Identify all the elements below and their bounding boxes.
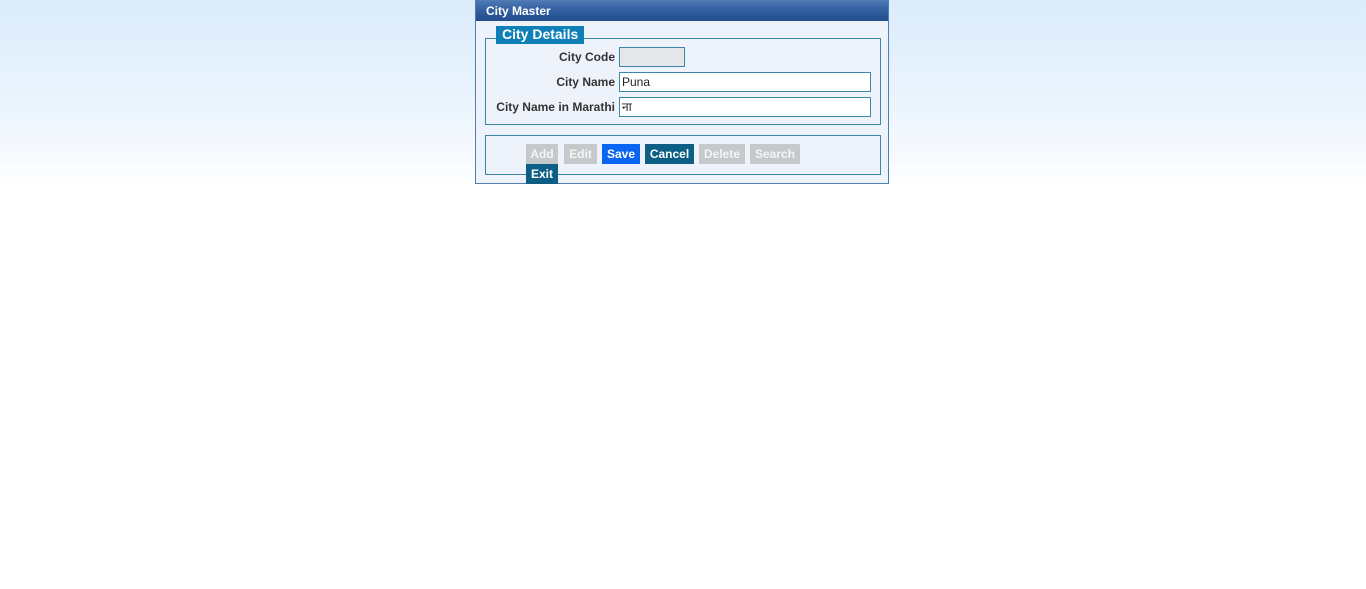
- panel-title: City Master: [476, 1, 888, 21]
- city-code-field[interactable]: [619, 47, 685, 67]
- city-name-field[interactable]: Puna: [619, 72, 871, 92]
- search-button[interactable]: Search: [750, 144, 800, 164]
- edit-button[interactable]: Edit: [564, 144, 597, 164]
- add-button[interactable]: Add: [526, 144, 558, 164]
- city-name-marathi-field[interactable]: ना: [619, 97, 871, 117]
- city-code-label: City Code: [558, 50, 615, 64]
- exit-button[interactable]: Exit: [526, 164, 558, 184]
- city-name-label: City Name: [556, 75, 615, 89]
- delete-button[interactable]: Delete: [699, 144, 745, 164]
- cancel-button[interactable]: Cancel: [645, 144, 694, 164]
- save-button[interactable]: Save: [602, 144, 640, 164]
- city-details-legend: City Details: [496, 26, 585, 44]
- city-name-marathi-label: City Name in Marathi: [496, 100, 615, 114]
- city-master-panel: City Master City Details City Code City …: [475, 0, 889, 184]
